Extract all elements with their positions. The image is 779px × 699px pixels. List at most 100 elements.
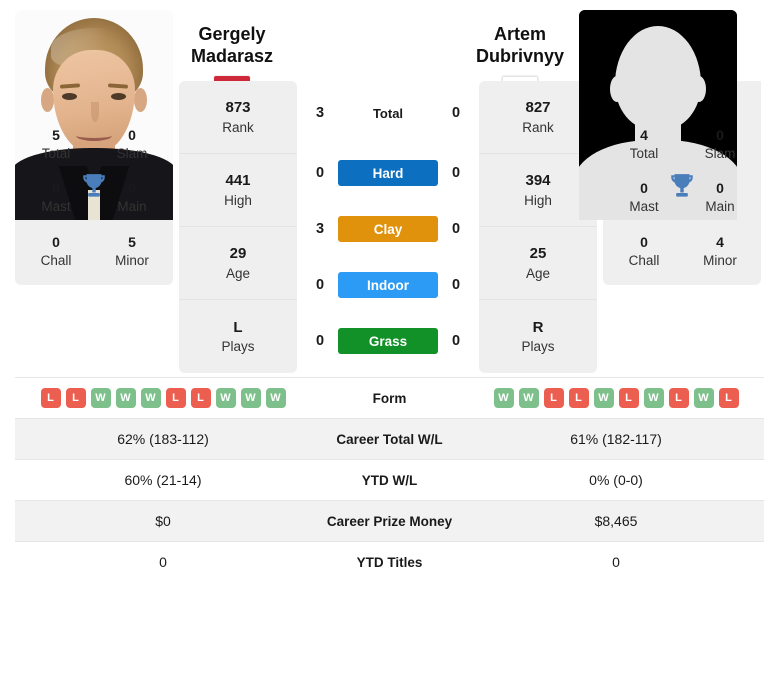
row-label-ytd-titles: YTD Titles xyxy=(356,554,423,570)
left-titles-mast-label: Mast xyxy=(41,199,71,215)
left-titles-minor: 5 Minor xyxy=(101,233,163,269)
left-age-value: 29 xyxy=(229,245,247,263)
h2h-grass-left-score: 0 xyxy=(315,333,325,349)
right-plays-cell: R Plays xyxy=(479,300,597,373)
h2h-hard-row: 0 Hard 0 xyxy=(307,145,469,201)
left-plays-label: Plays xyxy=(221,339,255,355)
left-titles-main-value: 0 xyxy=(128,180,136,197)
left-titles-chall-value: 0 xyxy=(52,233,60,250)
left-titles-main: 0 Main xyxy=(101,179,163,215)
form-badge-w: W xyxy=(693,388,714,408)
h2h-clay-right-score: 0 xyxy=(451,221,461,237)
form-badge-w: W xyxy=(115,388,136,408)
right-titles-mast-value: 0 xyxy=(640,180,648,197)
form-badge-l: L xyxy=(668,388,689,408)
h2h-grass-right-score: 0 xyxy=(451,333,461,349)
row-label-form: Form xyxy=(372,390,407,406)
right-titles-chall-value: 0 xyxy=(640,233,648,250)
right-titles-grid: 4 Total 0 Slam 0 Mast 0 Main 0 Chall 4 M… xyxy=(613,126,751,269)
left-titles-minor-label: Minor xyxy=(115,252,149,268)
right-age-value: 25 xyxy=(529,245,547,263)
nose-shape xyxy=(91,102,99,122)
left-titles-mast: 0 Mast xyxy=(25,179,87,215)
form-badge-l: L xyxy=(65,388,86,408)
left-titles-slam-value: 0 xyxy=(128,127,136,143)
left-high-cell: 441 High xyxy=(179,154,297,227)
left-first-name: Gergely xyxy=(198,24,266,44)
surface-badge-indoor[interactable]: Indoor xyxy=(338,272,438,298)
form-badge-w: W xyxy=(518,388,539,408)
form-badge-w: W xyxy=(215,388,236,408)
left-age-cell: 29 Age xyxy=(179,227,297,300)
player-comparison-page: Gergely Madarasz Artem Dubrivnyy 5 Total… xyxy=(0,0,779,699)
right-titles-minor-label: Minor xyxy=(703,252,737,268)
h2h-total-right-score: 0 xyxy=(451,105,461,121)
left-career-wl: 62% (183-112) xyxy=(117,431,209,447)
left-plays-value: L xyxy=(233,318,243,336)
table-row-ytd-titles: 0 YTD Titles 0 xyxy=(15,541,764,583)
form-badge-w: W xyxy=(240,388,261,408)
h2h-indoor-left-score: 0 xyxy=(315,277,325,293)
right-age-cell: 25 Age xyxy=(479,227,597,300)
h2h-grass-row: 0 Grass 0 xyxy=(307,313,469,369)
h2h-hard-right-score: 0 xyxy=(451,165,461,181)
h2h-clay-left-score: 3 xyxy=(315,221,325,237)
right-prize-money: $8,465 xyxy=(594,513,638,529)
right-titles-total-label: Total xyxy=(629,145,659,161)
form-badge-l: L xyxy=(40,388,61,408)
left-rank-value: 873 xyxy=(225,99,251,117)
right-titles-main-value: 0 xyxy=(716,180,724,197)
surface-badge-hard[interactable]: Hard xyxy=(338,160,438,186)
h2h-hard-left-score: 0 xyxy=(315,165,325,181)
right-high-label: High xyxy=(524,192,552,208)
table-row-form: LLWWWLLWWW Form WWLLWLWLWL xyxy=(15,377,764,419)
row-label-career-wl: Career Total W/L xyxy=(336,431,443,447)
right-titles-chall-label: Chall xyxy=(628,252,660,268)
trophy-icon xyxy=(671,174,693,197)
right-career-wl: 61% (182-117) xyxy=(570,431,662,447)
right-plays-value: R xyxy=(532,318,544,336)
surface-badge-grass[interactable]: Grass xyxy=(338,328,438,354)
avatar-ear-left-shape xyxy=(610,76,624,102)
h2h-total-label: Total xyxy=(372,105,404,121)
right-titles-main: 0 Main xyxy=(689,179,751,215)
form-badge-l: L xyxy=(165,388,186,408)
titles-row-1: 4 Total 0 Slam xyxy=(613,126,751,162)
right-last-name: Dubrivnyy xyxy=(475,45,565,66)
left-ytd-titles: 0 xyxy=(159,554,167,571)
h2h-indoor-right-score: 0 xyxy=(451,277,461,293)
titles-row-1: 5 Total 0 Slam xyxy=(25,126,163,162)
left-plays-cell: L Plays xyxy=(179,300,297,373)
right-titles-slam-label: Slam xyxy=(704,145,736,161)
right-titles-chall: 0 Chall xyxy=(613,233,675,269)
right-titles-minor: 4 Minor xyxy=(689,233,751,269)
right-age-label: Age xyxy=(525,265,551,281)
table-row-prize-money: $0 Career Prize Money $8,465 xyxy=(15,500,764,542)
h2h-total-row: 3 Total 0 xyxy=(307,81,469,145)
row-label-ytd-wl: YTD W/L xyxy=(361,472,418,488)
left-titles-total-label: Total xyxy=(41,145,71,161)
left-form-strip: LLWWWLLWWW xyxy=(15,388,311,408)
right-titles-slam: 0 Slam xyxy=(689,126,751,162)
left-titles-main-label: Main xyxy=(117,199,147,215)
left-ytd-wl: 60% (21-14) xyxy=(124,472,202,488)
form-badge-l: L xyxy=(543,388,564,408)
left-rank-cell: 873 Rank xyxy=(179,81,297,154)
form-badge-w: W xyxy=(90,388,111,408)
left-titles-minor-value: 5 xyxy=(128,233,136,250)
form-badge-l: L xyxy=(618,388,639,408)
right-titles-slam-value: 0 xyxy=(716,127,724,143)
form-badge-w: W xyxy=(493,388,514,408)
left-high-value: 441 xyxy=(225,172,251,190)
form-badge-l: L xyxy=(190,388,211,408)
surface-badge-clay[interactable]: Clay xyxy=(338,216,438,242)
left-titles-mast-value: 0 xyxy=(52,180,60,197)
left-stat-card: 873 Rank 441 High 29 Age L Plays xyxy=(179,81,297,373)
right-ytd-wl: 0% (0-0) xyxy=(589,472,643,488)
right-ytd-titles: 0 xyxy=(612,554,620,571)
comparison-table: LLWWWLLWWW Form WWLLWLWLWL 62% (183-112)… xyxy=(15,377,764,583)
right-titles-main-label: Main xyxy=(705,199,735,215)
right-titles-mast-label: Mast xyxy=(629,199,659,215)
left-titles-grid: 5 Total 0 Slam 0 Mast 0 Main 0 Chall 5 M… xyxy=(25,126,163,269)
left-age-label: Age xyxy=(225,265,251,281)
